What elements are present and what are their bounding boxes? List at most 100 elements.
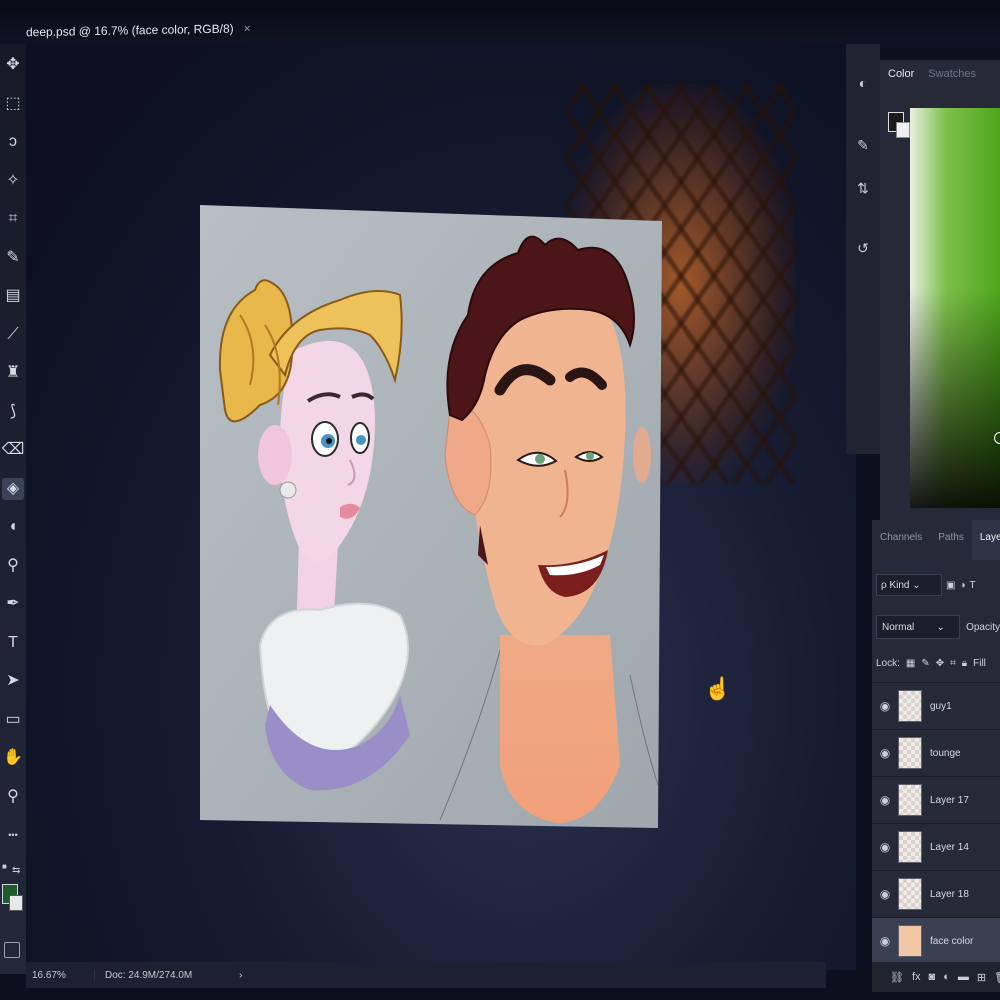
layer-name[interactable]: Layer 14	[930, 842, 969, 853]
rectangle-tool[interactable]: ▭	[2, 709, 24, 731]
new-group-icon[interactable]: ▬	[958, 971, 969, 983]
default-colors-icon[interactable]: ■	[2, 862, 7, 871]
type-icon: T	[8, 633, 18, 651]
blend-mode-select[interactable]: Normal ⌄	[876, 615, 961, 639]
hand-tool[interactable]: ✋	[2, 747, 24, 769]
lock-all-icon[interactable]: 🔒︎	[962, 658, 967, 669]
eraser-icon: ⌫	[1, 441, 25, 458]
visibility-eye-icon[interactable]: ◉	[872, 934, 898, 948]
close-icon[interactable]: ×	[244, 21, 251, 35]
layer-name[interactable]: face color	[930, 936, 973, 947]
document-tab-title: deep.psd @ 16.7% (face color, RGB/8)	[26, 21, 234, 40]
visibility-eye-icon[interactable]: ◉	[872, 840, 898, 854]
visibility-eye-icon[interactable]: ◉	[872, 793, 898, 807]
marquee-tool[interactable]: ⬚	[2, 93, 24, 115]
delete-layer-icon[interactable]: 🗑︎	[994, 971, 1000, 984]
clone-stamp-tool[interactable]: ♜	[2, 362, 24, 384]
tools-panel: ✥ ⬚ ↄ ✧ ⌗ ✎ ▤ ⟋ ♜ ⟆ ⌫ ◈ ◖ ⚲ ✒ T ➤ ▭ ✋ ⚲ •••	[0, 44, 26, 974]
layer-thumbnail	[898, 737, 922, 769]
crop-tool[interactable]: ⌗	[2, 208, 24, 230]
move-tool[interactable]: ✥	[2, 54, 24, 76]
history-icon[interactable]: ↺	[854, 239, 872, 257]
dodge-tool[interactable]: ⚲	[2, 555, 24, 577]
panel-background-swatch[interactable]	[896, 122, 910, 138]
tab-color[interactable]: Color	[888, 68, 914, 80]
brush-tool[interactable]: ⟋	[2, 324, 24, 346]
color-spectrum[interactable]	[910, 108, 1000, 508]
layer-thumbnail	[898, 690, 922, 722]
layers-footer: ⛓ fx ◙ ◐ ▬ ⊞ 🗑︎	[872, 962, 1000, 992]
layer-thumbnail	[898, 784, 922, 816]
adjustment-filter-icon[interactable]: ◑	[959, 580, 965, 591]
zoom-level[interactable]: 16.67%	[26, 969, 95, 981]
type-tool[interactable]: T	[2, 632, 24, 654]
background-color-swatch[interactable]	[9, 895, 23, 911]
layer-thumbnail	[898, 878, 922, 910]
lock-label: Lock:	[876, 658, 900, 669]
magic-wand-tool[interactable]: ✧	[2, 170, 24, 192]
lock-transparent-icon[interactable]: ▦	[906, 658, 915, 669]
visibility-eye-icon[interactable]: ◉	[872, 887, 898, 901]
tab-swatches[interactable]: Swatches	[928, 68, 976, 80]
arrow-cursor-icon: ➤	[6, 672, 20, 689]
dodge-icon: ⚲	[7, 556, 19, 574]
layer-row[interactable]: ◉ Layer 18	[872, 870, 1000, 917]
color-panel-icon[interactable]: ◐	[854, 74, 872, 92]
lasso-tool[interactable]: ↄ	[2, 131, 24, 153]
move-icon: ✥	[6, 56, 20, 73]
crop-icon: ⌗	[8, 210, 18, 227]
lock-artboard-icon[interactable]: ⌗	[950, 658, 956, 669]
layer-row[interactable]: ◉ guy1	[872, 682, 1000, 729]
lock-pixels-icon[interactable]: ✎	[921, 658, 929, 669]
path-selection-tool[interactable]: ➤	[2, 670, 24, 692]
rectangle-icon: ▭	[5, 710, 21, 728]
type-filter-icon[interactable]: T	[970, 580, 976, 591]
lock-position-icon[interactable]: ✥	[936, 658, 944, 669]
layer-name[interactable]: tounge	[930, 748, 961, 759]
layer-row[interactable]: ◉ tounge	[872, 729, 1000, 776]
image-filter-icon[interactable]: ▣	[946, 580, 955, 591]
tab-layers[interactable]: Layers	[971, 520, 1000, 560]
layer-style-icon[interactable]: fx	[912, 971, 921, 983]
status-menu-arrow[interactable]: ›	[225, 970, 242, 981]
adjustment-layer-icon[interactable]: ◐	[943, 971, 950, 983]
eyedropper-tool[interactable]: ✎	[2, 247, 24, 269]
blur-tool[interactable]: ◖	[2, 516, 24, 538]
hand-icon: ✋	[3, 749, 23, 766]
layer-name[interactable]: guy1	[930, 701, 952, 712]
document-size: Doc: 24.9M/274.0M	[105, 969, 193, 981]
layer-name[interactable]: Layer 18	[930, 889, 969, 900]
quick-mask-icon[interactable]	[4, 942, 20, 958]
more-tools[interactable]: •••	[2, 824, 24, 846]
layers-panel: Channels Paths Layers ρ Kind ⌄ ▣ ◑ T Nor…	[872, 520, 1000, 990]
layer-thumbnail	[898, 925, 922, 957]
swap-colors-icon[interactable]: ⇆	[12, 865, 20, 876]
link-layers-icon[interactable]: ⛓	[890, 971, 904, 984]
tab-channels[interactable]: Channels	[872, 520, 930, 560]
artwork-canvas[interactable]	[200, 205, 662, 828]
brush-settings-icon[interactable]: ✎	[854, 136, 872, 154]
layer-row[interactable]: ◉ Layer 17	[872, 776, 1000, 823]
layer-name[interactable]: Layer 17	[930, 795, 969, 806]
bandage-icon: ▤	[5, 287, 21, 304]
eyedropper-icon: ✎	[6, 248, 20, 266]
new-layer-icon[interactable]: ⊞	[977, 971, 986, 984]
paint-bucket-tool[interactable]: ◈	[2, 477, 24, 500]
visibility-eye-icon[interactable]: ◉	[872, 746, 898, 760]
eraser-tool[interactable]: ⌫	[1, 439, 25, 461]
healing-brush-tool[interactable]: ▤	[2, 285, 24, 307]
tab-paths[interactable]: Paths	[930, 520, 972, 560]
drop-icon: ◖	[8, 518, 18, 535]
visibility-eye-icon[interactable]: ◉	[872, 699, 898, 713]
zoom-tool[interactable]: ⚲	[2, 786, 24, 808]
character-illustration	[200, 205, 662, 828]
blend-mode-value: Normal	[882, 621, 915, 633]
layer-row[interactable]: ◉ Layer 14	[872, 823, 1000, 870]
layer-kind-filter[interactable]: ρ Kind ⌄	[876, 574, 942, 596]
history-brush-tool[interactable]: ⟆	[2, 401, 24, 423]
layer-row[interactable]: ◉ face color	[872, 917, 1000, 964]
pen-tool[interactable]: ✒	[2, 593, 24, 615]
color-picker-marker[interactable]	[994, 432, 1000, 444]
adjustments-icon[interactable]: ⇅	[854, 179, 872, 197]
add-mask-icon[interactable]: ◙	[929, 971, 936, 983]
